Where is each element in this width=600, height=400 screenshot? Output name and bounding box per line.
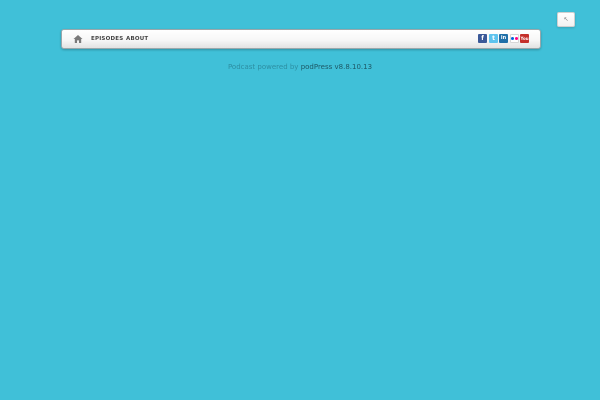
resize-button[interactable]: ↖ <box>557 12 575 27</box>
home-icon[interactable] <box>73 34 83 44</box>
flickr-icon[interactable] <box>510 34 519 43</box>
top-navigation-bar: EPISODES ABOUT f t in You <box>61 29 541 49</box>
footer-prefix-text: Podcast powered by <box>227 63 299 71</box>
flickr-blue-dot <box>511 37 514 40</box>
podpress-link[interactable]: podPress v8.8.10.13 <box>301 63 372 71</box>
podcast-footer: Podcast powered by podPress v8.8.10.13 <box>0 63 600 71</box>
twitter-icon[interactable]: t <box>489 34 498 43</box>
youtube-icon[interactable]: You <box>520 34 529 43</box>
resize-arrow-icon: ↖ <box>563 16 569 23</box>
linkedin-icon[interactable]: in <box>499 34 508 43</box>
nav-item-episodes[interactable]: EPISODES <box>91 30 123 48</box>
facebook-icon[interactable]: f <box>478 34 487 43</box>
nav-item-about[interactable]: ABOUT <box>126 30 148 48</box>
flickr-pink-dot <box>515 37 518 40</box>
